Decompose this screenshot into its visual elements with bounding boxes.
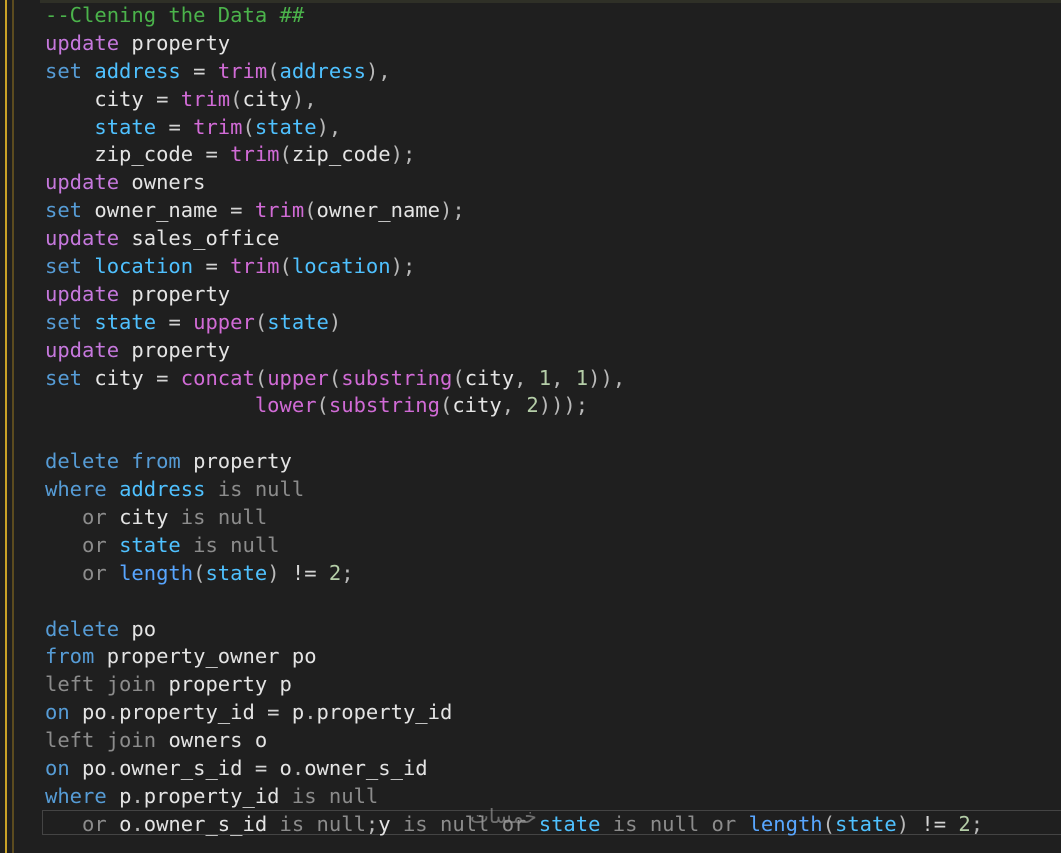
code-line[interactable]: or state is null [45,532,983,560]
code-line[interactable]: set city = concat(upper(substring(city, … [45,365,983,393]
code-line[interactable]: state = trim(state), [45,114,983,142]
code-line[interactable]: or city is null [45,504,983,532]
code-lines[interactable]: --Clening the Data ## update property se… [45,2,983,839]
code-line[interactable]: city = trim(city), [45,86,983,114]
code-editor[interactable]: --Clening the Data ## update property se… [0,0,1061,853]
indent-guide [5,0,7,853]
code-line[interactable]: delete from property [45,448,983,476]
code-line[interactable]: or length(state) != 2; [45,560,983,588]
code-line[interactable]: update sales_office [45,225,983,253]
code-line[interactable]: set owner_name = trim(owner_name); [45,197,983,225]
code-line[interactable]: set state = upper(state) [45,309,983,337]
code-line[interactable]: --Clening the Data ## [45,2,983,30]
code-line[interactable]: delete po [45,616,983,644]
code-line[interactable] [45,420,983,448]
watermark: خمسات [470,804,537,828]
code-line[interactable]: from property_owner po [45,643,983,671]
code-line[interactable]: update owners [45,169,983,197]
code-line[interactable]: on po.owner_s_id = o.owner_s_id [45,755,983,783]
code-line[interactable]: lower(substring(city, 2))); [45,392,983,420]
code-line[interactable]: set location = trim(location); [45,253,983,281]
code-line[interactable]: update property [45,281,983,309]
code-line[interactable]: left join property p [45,671,983,699]
indent-guide-secondary [12,0,14,853]
code-line[interactable]: set address = trim(address), [45,58,983,86]
code-line[interactable]: on po.property_id = p.property_id [45,699,983,727]
code-line[interactable]: update property [45,30,983,58]
code-line[interactable]: left join owners o [45,727,983,755]
code-line[interactable]: where address is null [45,476,983,504]
code-line[interactable]: update property [45,337,983,365]
code-line[interactable]: zip_code = trim(zip_code); [45,141,983,169]
code-line[interactable] [45,588,983,616]
